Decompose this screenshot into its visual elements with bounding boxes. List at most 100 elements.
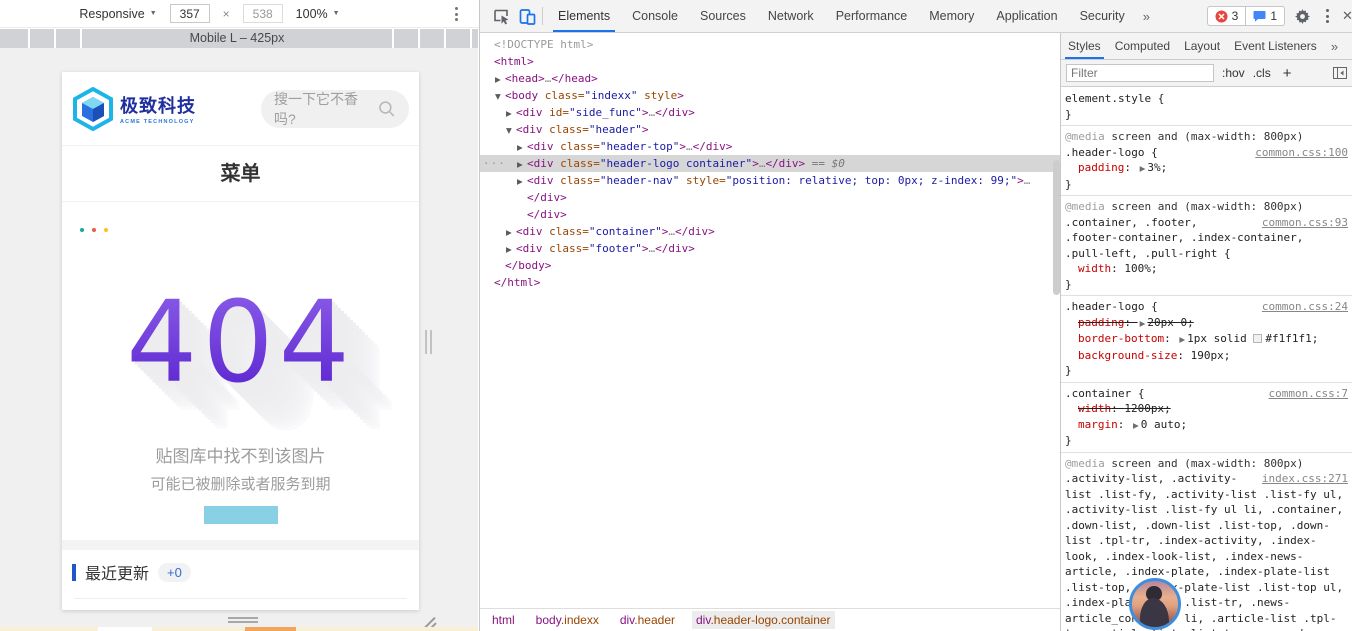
expand-arrow-icon[interactable]: ▶: [517, 156, 527, 173]
expand-arrow-icon[interactable]: ▶: [517, 173, 527, 190]
site-logo[interactable]: 极致科技 ACME TECHNOLOGY: [72, 87, 196, 131]
dom-tree-row[interactable]: <html>: [480, 53, 1061, 70]
tab-application[interactable]: Application: [985, 0, 1068, 33]
viewport-width-input[interactable]: [170, 4, 210, 23]
stylesheet-link[interactable]: common.css:7: [1269, 386, 1348, 402]
tab-network[interactable]: Network: [757, 0, 825, 33]
viewport-resize-handle-right[interactable]: [425, 330, 432, 354]
ruler-segment[interactable]: [0, 29, 28, 48]
css-property[interactable]: width: 1200px;: [1065, 401, 1348, 417]
device-size-ruler[interactable]: Mobile L – 425px: [0, 29, 478, 48]
search-input[interactable]: 搜一下它不香吗?: [261, 90, 409, 128]
tab-memory[interactable]: Memory: [918, 0, 985, 33]
breadcrumb-body[interactable]: body.indexx: [532, 611, 603, 629]
stylesheet-link[interactable]: common.css:93: [1262, 215, 1348, 231]
styles-filter-input[interactable]: [1066, 64, 1214, 82]
device-toolbar-options-icon[interactable]: [449, 5, 463, 23]
dom-tree-row[interactable]: ▼<div class="header">: [480, 121, 1061, 138]
dom-tree-row[interactable]: ▼<body class="indexx" style>: [480, 87, 1061, 104]
css-property[interactable]: border-bottom: ▶1px solid #f1f1f1;: [1065, 331, 1348, 348]
inspect-element-icon[interactable]: [488, 3, 514, 29]
style-rule[interactable]: common.css:7 .container {width: 1200px;ma…: [1061, 383, 1352, 453]
expand-arrow-icon[interactable]: ▶: [506, 241, 516, 258]
search-icon[interactable]: [378, 100, 396, 118]
stylesheet-link[interactable]: common.css:100: [1255, 145, 1348, 161]
dom-tree-row[interactable]: ▶<div class="header-top">…</div>: [480, 138, 1061, 155]
ruler-segment[interactable]: [472, 29, 478, 48]
dom-tree-row[interactable]: ▶<div class="footer">…</div>: [480, 240, 1061, 257]
expand-arrow-icon[interactable]: ▶: [495, 71, 505, 88]
dom-tree-row[interactable]: </body>: [480, 257, 1061, 274]
expand-arrow-icon[interactable]: ▶: [517, 139, 527, 156]
tab-console[interactable]: Console: [621, 0, 689, 33]
style-rule[interactable]: @media screen and (max-width: 800px)inde…: [1061, 453, 1352, 631]
dom-tree-row[interactable]: </div>: [480, 206, 1061, 223]
css-selector[interactable]: .activity-list, .activity-list .list-fy,…: [1065, 472, 1343, 631]
dom-tree-row[interactable]: </div>: [480, 189, 1061, 206]
css-property[interactable]: width: 100%;: [1065, 261, 1348, 277]
css-selector[interactable]: .header-logo {: [1065, 146, 1158, 159]
error-count-badge[interactable]: 3: [1208, 7, 1246, 25]
expand-arrow-icon[interactable]: ▶: [1138, 161, 1148, 177]
css-selector[interactable]: .container {: [1065, 387, 1144, 400]
tab-security[interactable]: Security: [1069, 0, 1136, 33]
breadcrumb-header[interactable]: div.header: [616, 611, 679, 629]
settings-gear-icon[interactable]: [1295, 9, 1310, 24]
message-count-badge[interactable]: 1: [1245, 7, 1284, 25]
ruler-segment[interactable]: [446, 29, 470, 48]
color-swatch[interactable]: [1253, 334, 1262, 343]
style-rule[interactable]: @media screen and (max-width: 800px)comm…: [1061, 196, 1352, 296]
style-rule[interactable]: element.style {}: [1061, 88, 1352, 126]
style-rule[interactable]: common.css:24.header-logo {padding: ▶20p…: [1061, 296, 1352, 383]
class-toggle[interactable]: .cls: [1253, 66, 1271, 80]
zoom-dropdown[interactable]: 100% ▼: [296, 7, 340, 21]
expand-arrow-icon[interactable]: ▶: [506, 224, 516, 241]
more-tabs-icon[interactable]: »: [1136, 9, 1157, 24]
tab-elements[interactable]: Elements: [547, 0, 621, 33]
ruler-segment[interactable]: [420, 29, 444, 48]
css-property[interactable]: background-size: 190px;: [1065, 348, 1348, 364]
tab-layout[interactable]: Layout: [1177, 33, 1227, 60]
elements-scrollbar[interactable]: [1053, 35, 1060, 595]
tab-computed[interactable]: Computed: [1108, 33, 1177, 60]
close-devtools-button[interactable]: ✕: [1342, 7, 1352, 25]
ruler-segment[interactable]: [30, 29, 54, 48]
expand-arrow-icon[interactable]: ▶: [1131, 418, 1141, 434]
dom-tree-row[interactable]: </html>: [480, 274, 1061, 291]
dom-tree-row[interactable]: ▶<div id="side_func">…</div>: [480, 104, 1061, 121]
viewport-resize-handle-bottom[interactable]: [228, 617, 258, 623]
css-property[interactable]: padding: ▶3%;: [1065, 160, 1348, 177]
stylesheet-link[interactable]: index.css:271: [1262, 471, 1348, 487]
expand-arrow-icon[interactable]: ▼: [506, 122, 516, 139]
devtools-options-icon[interactable]: [1320, 9, 1334, 23]
tab-sources[interactable]: Sources: [689, 0, 757, 33]
tab-styles[interactable]: Styles: [1061, 33, 1108, 60]
dom-tree-row[interactable]: ▶<head>…</head>: [480, 70, 1061, 87]
dom-tree-row[interactable]: <!DOCTYPE html>: [480, 36, 1061, 53]
expand-arrow-icon[interactable]: ▶: [1177, 332, 1187, 348]
pseudo-state-toggle[interactable]: :hov: [1222, 66, 1245, 80]
dom-tree-row[interactable]: ···▶<div class="header-logo container">……: [480, 155, 1061, 172]
style-rule[interactable]: @media screen and (max-width: 800px)comm…: [1061, 126, 1352, 196]
ruler-segment[interactable]: [394, 29, 418, 48]
avatar[interactable]: [1129, 578, 1181, 630]
scrollbar-thumb[interactable]: [1053, 160, 1060, 295]
dom-tree-row[interactable]: ▶<div class="container">…</div>: [480, 223, 1061, 240]
dom-tree-row[interactable]: ▶<div class="header-nav" style="position…: [480, 172, 1061, 189]
tab-event-listeners[interactable]: Event Listeners: [1227, 33, 1324, 60]
new-style-rule-button[interactable]: +: [1283, 65, 1292, 82]
toggle-sidebar-pane-icon[interactable]: [1333, 67, 1347, 79]
device-type-dropdown[interactable]: Responsive ▼: [79, 7, 156, 21]
css-property[interactable]: padding: ▶20px 0;: [1065, 315, 1348, 332]
expand-arrow-icon[interactable]: ▶: [506, 105, 516, 122]
css-property[interactable]: margin: ▶0 auto;: [1065, 417, 1348, 434]
expand-arrow-icon[interactable]: ▶: [1138, 316, 1148, 332]
tab-performance[interactable]: Performance: [825, 0, 919, 33]
breadcrumb-header-logo[interactable]: div.header-logo.container: [692, 611, 835, 629]
css-selector[interactable]: element.style {: [1065, 92, 1164, 105]
stylesheet-link[interactable]: common.css:24: [1262, 299, 1348, 315]
toggle-device-toolbar-icon[interactable]: [514, 3, 540, 29]
expand-arrow-icon[interactable]: ▼: [495, 88, 505, 105]
viewport-height-input[interactable]: [243, 4, 283, 23]
more-sidebar-tabs-icon[interactable]: »: [1324, 39, 1345, 54]
